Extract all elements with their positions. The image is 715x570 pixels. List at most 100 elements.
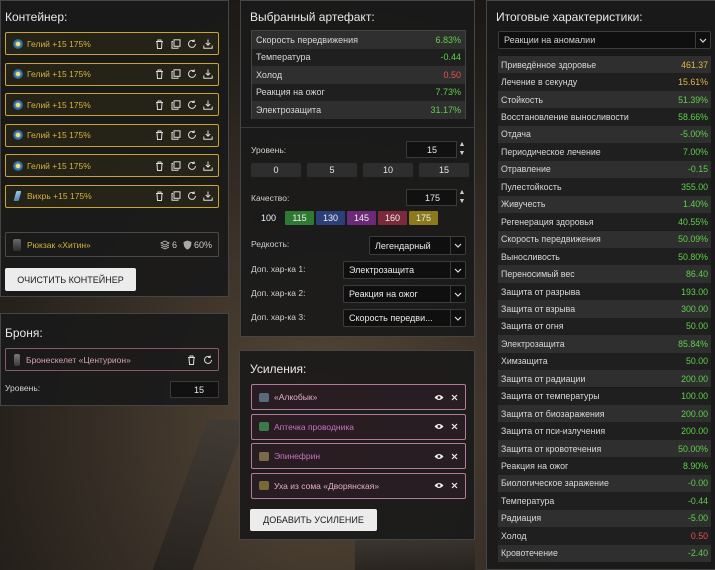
close-icon[interactable]	[449, 480, 460, 491]
trash-icon[interactable]	[154, 191, 165, 202]
backpack-row[interactable]: Рюкзак «Хитин» 6 60%	[5, 232, 219, 257]
container-title: Контейнер:	[5, 10, 68, 24]
boost-item[interactable]: «Алкобык»	[251, 384, 466, 410]
backpack-protection: 60%	[193, 239, 212, 250]
container-item[interactable]: Гелий +15 175%	[5, 123, 219, 147]
armor-level-input[interactable]: 15	[170, 381, 219, 398]
level-preset-button[interactable]: 10	[363, 163, 413, 177]
artifact-level-label: Уровень:	[251, 145, 287, 155]
refresh-icon[interactable]	[186, 130, 197, 141]
download-icon[interactable]	[202, 191, 213, 202]
artifact-panel: Выбранный артефакт: Скорость передвижени…	[240, 0, 475, 337]
level-preset-button[interactable]: 15	[419, 163, 469, 177]
clear-container-button[interactable]: ОЧИСТИТЬ КОНТЕЙНЕР	[5, 268, 136, 291]
refresh-icon[interactable]	[186, 99, 197, 110]
stat-name: Периодическое лечение	[501, 146, 601, 157]
boost-item[interactable]: Эпинефрин	[251, 443, 466, 469]
total-stat-row: Защита от разрыва 193.00	[498, 282, 711, 301]
eye-icon[interactable]	[433, 451, 444, 462]
stat-name: Радиация	[501, 513, 542, 524]
close-icon[interactable]	[449, 392, 460, 403]
artifact-stats-table: Скорость передвижения 6.83% Температура -0.…	[251, 30, 466, 119]
totals-filter-select[interactable]: Реакции на аномалии	[498, 31, 711, 49]
container-item[interactable]: Вихрь +15 175%	[5, 184, 219, 208]
rarity-select[interactable]: Легендарный	[369, 236, 466, 255]
stat-name: Восстановление выносливости	[501, 112, 629, 123]
stat-name: Скорость передвижения	[256, 34, 359, 45]
trash-icon[interactable]	[186, 354, 197, 365]
stat-value: 100.00	[681, 391, 708, 402]
quality-preset-button[interactable]: 145	[347, 211, 376, 225]
total-stat-row: Электрозащита 85.84%	[498, 335, 711, 353]
trash-icon[interactable]	[154, 99, 165, 110]
copy-icon[interactable]	[170, 69, 181, 80]
download-icon[interactable]	[202, 130, 213, 141]
close-icon[interactable]	[449, 451, 460, 462]
quality-preset-button[interactable]: 130	[316, 211, 345, 225]
stat-name: Скорость передвижения	[501, 234, 601, 245]
quality-preset-button[interactable]: 100	[254, 211, 283, 225]
trash-icon[interactable]	[154, 38, 165, 49]
quality-preset-button[interactable]: 115	[285, 211, 314, 225]
level-preset-button[interactable]: 0	[251, 163, 301, 177]
extra3-select[interactable]: Скорость передви...	[343, 309, 466, 327]
stat-value: 51.39%	[678, 94, 708, 105]
boost-name: Уха из сома «Дворянская»	[274, 480, 380, 491]
eye-icon[interactable]	[433, 480, 444, 491]
copy-icon[interactable]	[170, 130, 181, 141]
armor-item[interactable]: Бронескелет «Центурион»	[5, 348, 219, 371]
refresh-icon[interactable]	[186, 38, 197, 49]
quality-preset-button[interactable]: 175	[409, 211, 438, 225]
download-icon[interactable]	[202, 160, 213, 171]
container-item[interactable]: Гелий +15 175%	[5, 154, 219, 177]
quality-input[interactable]: 175	[406, 189, 457, 206]
trash-icon[interactable]	[154, 130, 165, 141]
download-icon[interactable]	[202, 69, 213, 80]
copy-icon[interactable]	[170, 160, 181, 171]
stat-value: -0.15	[687, 164, 708, 175]
download-icon[interactable]	[202, 99, 213, 110]
close-icon[interactable]	[449, 421, 460, 432]
copy-icon[interactable]	[170, 191, 181, 202]
copy-icon[interactable]	[170, 99, 181, 110]
boost-name: «Алкобык»	[274, 392, 318, 402]
copy-icon[interactable]	[170, 38, 181, 49]
extra1-select[interactable]: Электрозащита	[343, 261, 466, 279]
trash-icon[interactable]	[154, 69, 165, 80]
extra2-select[interactable]: Реакция на ожог	[343, 285, 466, 303]
stat-value: 355.00	[681, 181, 708, 192]
total-stat-row: Скорость передвижения 50.09%	[498, 230, 711, 248]
stat-value: 461.37	[681, 59, 708, 70]
container-item[interactable]: Гелий +15 175%	[5, 32, 219, 55]
level-preset-button[interactable]: 5	[307, 163, 357, 177]
eye-icon[interactable]	[433, 392, 444, 403]
quality-stepper[interactable]: ▲ ▼	[458, 188, 466, 207]
armor-icon	[14, 353, 20, 366]
refresh-icon[interactable]	[186, 191, 197, 202]
stat-value: -0.44	[687, 495, 708, 506]
boost-item[interactable]: Уха из сома «Дворянская»	[251, 472, 466, 499]
gelium-icon	[13, 99, 23, 110]
quality-preset-button[interactable]: 160	[378, 211, 407, 225]
trash-icon[interactable]	[154, 160, 165, 171]
extra2-label: Доп. хар-ка 2:	[251, 288, 306, 298]
download-icon[interactable]	[202, 38, 213, 49]
refresh-icon[interactable]	[202, 354, 213, 365]
stat-name: Реакция на ожог	[501, 461, 569, 472]
extra1-label: Доп. хар-ка 1:	[251, 264, 306, 274]
eye-icon[interactable]	[433, 421, 444, 432]
container-item[interactable]: Гелий +15 175%	[5, 62, 219, 86]
stat-name: Электрозащита	[256, 104, 322, 115]
refresh-icon[interactable]	[186, 160, 197, 171]
refresh-icon[interactable]	[186, 69, 197, 80]
artifact-level-input[interactable]: 15	[406, 141, 457, 158]
stat-name: Отдача	[501, 129, 531, 140]
add-boost-button[interactable]: ДОБАВИТЬ УСИЛЕНИЕ	[250, 509, 377, 531]
container-item[interactable]: Гелий +15 175%	[5, 93, 219, 116]
total-stat-row: Приведённое здоровье 461.37	[498, 56, 711, 74]
level-stepper[interactable]: ▲ ▼	[458, 140, 466, 159]
boost-item[interactable]: Аптечка проводника	[251, 413, 466, 440]
stat-value: 86.40	[685, 269, 708, 280]
total-stat-row: Отравление -0.15	[498, 160, 711, 179]
chevron-down-icon	[450, 310, 465, 326]
